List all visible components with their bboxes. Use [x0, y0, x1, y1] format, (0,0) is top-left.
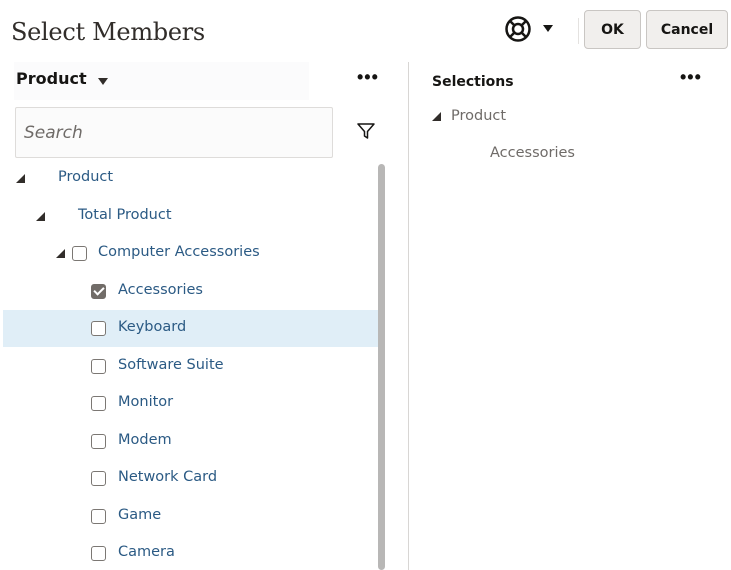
checkbox-checked[interactable]	[91, 284, 106, 299]
search-input[interactable]	[16, 108, 332, 157]
tree-row[interactable]: Monitor	[3, 385, 378, 422]
expand-triangle-icon[interactable]	[16, 174, 25, 183]
tree-item-label[interactable]: Software Suite	[118, 357, 224, 373]
checkbox[interactable]	[91, 509, 106, 524]
dimension-label: Product	[16, 69, 87, 88]
tree-row[interactable]: Product	[3, 160, 378, 197]
tree-scrollbar[interactable]	[378, 164, 385, 570]
checkbox[interactable]	[91, 471, 106, 486]
ok-button[interactable]: OK	[584, 10, 641, 49]
tree-row[interactable]: Computer Accessories	[3, 235, 378, 272]
tree-row[interactable]: Camera	[3, 535, 378, 570]
expand-triangle-icon[interactable]	[36, 212, 45, 221]
selections-title: Selections	[432, 74, 514, 90]
member-tree: Product Total Product Computer Accessories…	[0, 160, 378, 570]
lifebuoy-icon	[505, 16, 531, 42]
tree-row[interactable]: Keyboard	[3, 310, 378, 347]
checkbox[interactable]	[91, 321, 106, 336]
search-field[interactable]	[15, 107, 333, 158]
checkbox[interactable]	[91, 434, 106, 449]
cancel-button[interactable]: Cancel	[646, 10, 728, 49]
tree-item-label[interactable]: Accessories	[118, 282, 203, 298]
checkbox[interactable]	[91, 359, 106, 374]
help-dropdown-caret-icon[interactable]	[543, 25, 553, 32]
tree-item-label[interactable]: Network Card	[118, 469, 217, 485]
dimension-selector[interactable]: Product	[14, 62, 309, 100]
selection-parent: Product	[451, 108, 507, 124]
tree-item-label[interactable]: Product	[58, 169, 113, 185]
tree-item-label[interactable]: Modem	[118, 432, 172, 448]
tree-row[interactable]: Software Suite	[3, 348, 378, 385]
expand-triangle-icon[interactable]	[56, 249, 65, 258]
help-button[interactable]	[503, 14, 533, 44]
tree-item-label[interactable]: Total Product	[78, 207, 172, 223]
panel-divider	[408, 62, 409, 570]
checkbox[interactable]	[72, 246, 87, 261]
tree-item-label[interactable]: Computer Accessories	[98, 244, 260, 260]
tree-row[interactable]: Accessories	[3, 273, 378, 310]
tree-item-label[interactable]: Camera	[118, 544, 175, 560]
dialog-title: Select Members	[11, 18, 205, 46]
filter-button[interactable]	[356, 121, 376, 141]
tree-item-label[interactable]: Game	[118, 507, 161, 523]
header-divider	[578, 18, 579, 44]
funnel-icon	[357, 123, 375, 139]
checkbox[interactable]	[91, 546, 106, 561]
selection-item[interactable]: Accessories	[490, 145, 575, 161]
tree-row[interactable]: Modem	[3, 423, 378, 460]
tree-row[interactable]: Total Product	[3, 198, 378, 235]
checkbox[interactable]	[91, 396, 106, 411]
tree-row[interactable]: Game	[3, 498, 378, 535]
tree-item-label[interactable]: Keyboard	[118, 319, 186, 335]
left-more-actions-icon[interactable]: •••	[357, 68, 379, 86]
expand-triangle-icon[interactable]	[432, 112, 441, 121]
tree-item-label[interactable]: Monitor	[118, 394, 173, 410]
chevron-down-icon[interactable]	[98, 78, 108, 85]
tree-row[interactable]: Network Card	[3, 460, 378, 497]
right-more-actions-icon[interactable]: •••	[680, 68, 702, 86]
